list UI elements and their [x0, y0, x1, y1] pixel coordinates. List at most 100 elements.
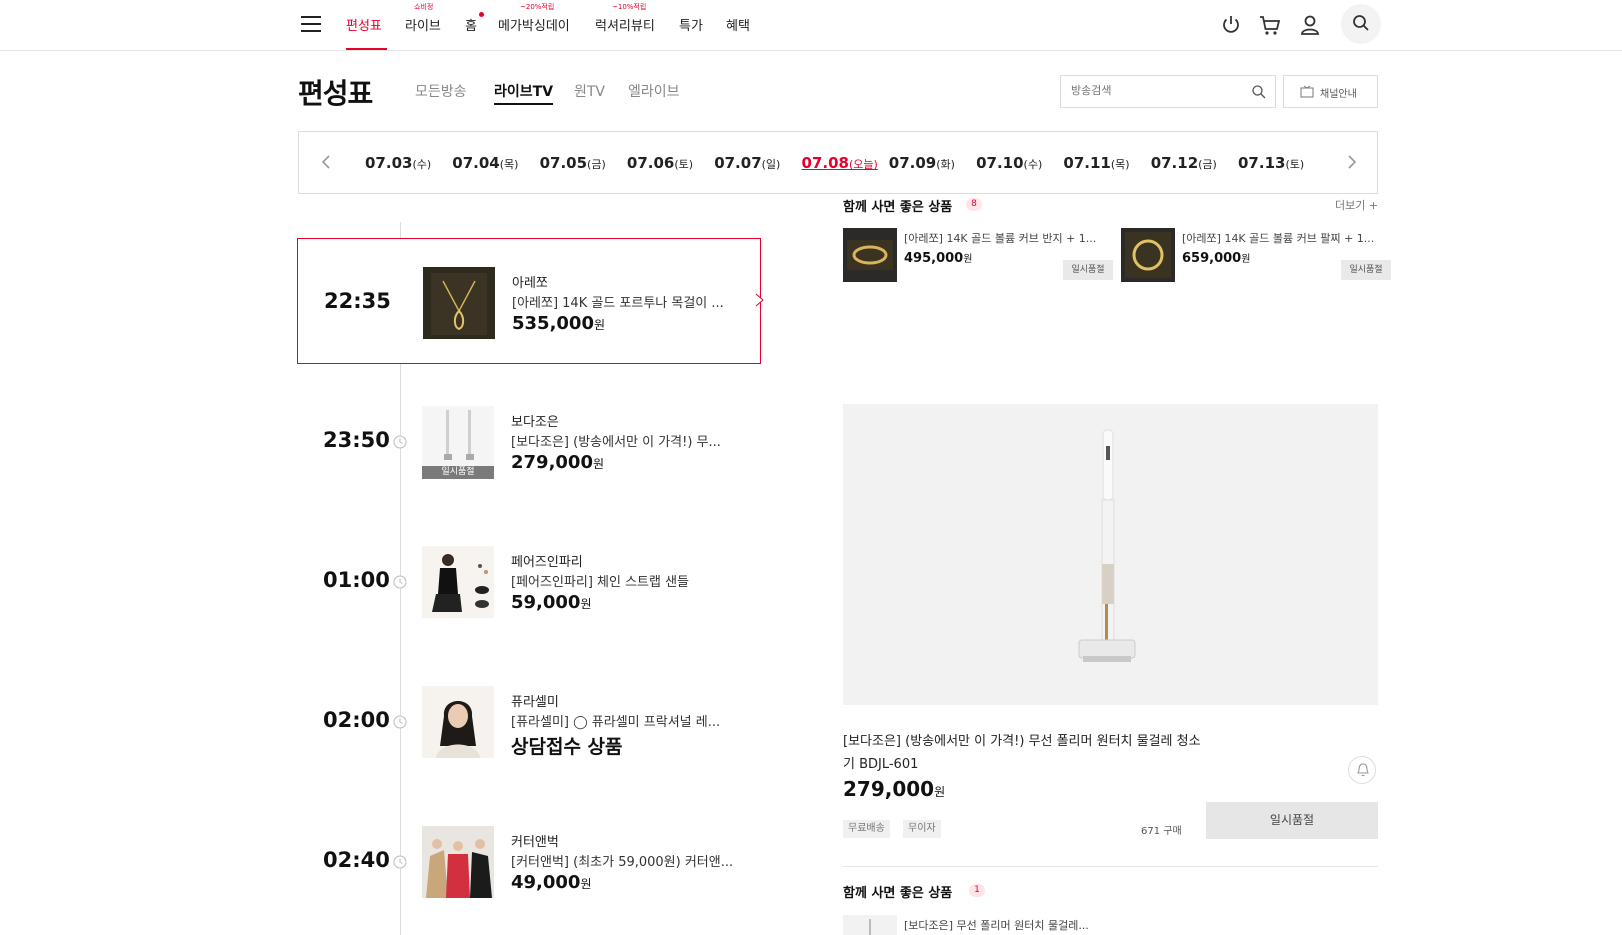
date-item[interactable]: 07.05(금): [540, 154, 606, 172]
consultation-label: 상담접수 상품: [511, 736, 623, 758]
top-navigation: 편성표 라이브 쇼비정 홈 메가박싱데이 ~20%적립 럭셔리뷰티 ~10%적립…: [0, 0, 1622, 51]
day-label: (오늘): [848, 158, 878, 171]
slot-product-name[interactable]: [커터앤벅] (최초가 59,000원) 커터앤...: [511, 851, 741, 870]
ring-image: [847, 240, 893, 270]
nav-item-home[interactable]: 홈: [465, 15, 477, 34]
channel-guide-button[interactable]: 채널안내: [1283, 75, 1378, 108]
search-button[interactable]: [1341, 4, 1381, 44]
date-label: 07.11: [1063, 154, 1111, 172]
date-label: 07.04: [452, 154, 500, 172]
day-label: (토): [1285, 158, 1305, 171]
tab-one-tv[interactable]: 원TV: [574, 81, 605, 101]
date-item[interactable]: 07.06(토): [627, 154, 693, 172]
product-thumbnail[interactable]: [843, 915, 897, 935]
menu-icon[interactable]: [301, 16, 321, 34]
sold-out-badge: 일시품절: [1341, 260, 1391, 280]
active-slot-pointer: [755, 293, 764, 307]
slot-product-name[interactable]: [아레쪼] 14K 골드 포르투나 목걸이 ...: [512, 292, 742, 311]
slot-time: 22:35: [324, 289, 391, 313]
nav-item-mega-boxing-day[interactable]: 메가박싱데이: [498, 15, 570, 34]
clock-icon: [393, 435, 407, 449]
nav-item-live[interactable]: 라이브: [405, 15, 441, 34]
tab-live-tv[interactable]: 라이브TV: [494, 81, 553, 101]
clock-icon: [393, 855, 407, 869]
tab-all-broadcasts[interactable]: 모든방송: [415, 81, 467, 101]
date-label: 07.06: [626, 154, 675, 172]
recommended-title: 함께 사면 좋은 상품: [843, 200, 953, 215]
recommended-product[interactable]: [아레쪼] 14K 골드 볼륨 커브 반지 + 1... 495,000원 일시…: [843, 228, 1113, 284]
slot-product-name[interactable]: [보다조은] (방송에서만 이 가격!) 무...: [511, 431, 741, 450]
slot-brand: 보다조은: [511, 415, 559, 430]
product-thumbnail[interactable]: [423, 267, 495, 339]
more-link[interactable]: 더보기 +: [1335, 197, 1378, 213]
date-label: 07.09: [888, 154, 937, 172]
schedule-slot[interactable]: 23:50 일시품절 보다조은 [보다조은] (방송에서만 이 가격!) 무..…: [297, 378, 761, 504]
date-item[interactable]: 07.11(목): [1063, 154, 1129, 172]
slot-product-name[interactable]: [페어즈인파리] 체인 스트랩 샌들: [511, 571, 741, 590]
date-label: 07.10: [976, 154, 1024, 172]
cart-icon[interactable]: [1257, 12, 1283, 38]
chevron-right-icon[interactable]: [1343, 154, 1359, 170]
nav-item-special-price[interactable]: 특가: [679, 15, 703, 34]
date-item[interactable]: 07.10(수): [976, 154, 1042, 172]
broadcast-search-box: [1060, 75, 1276, 108]
date-label: 07.03: [365, 154, 413, 172]
sold-out-badge: 일시품절: [422, 466, 494, 479]
slot-brand: 퓨라셀미: [511, 695, 559, 710]
product-thumbnail[interactable]: [422, 686, 494, 758]
schedule-slot[interactable]: 02:00 퓨라셀미 [퓨라셀미] ◯ 퓨라셀미 프락셔널 레... 상담접수 …: [297, 658, 761, 784]
tab-elive[interactable]: 엘라이브: [628, 81, 680, 101]
vacuum-image: [1078, 429, 1136, 662]
day-label: (수): [1023, 158, 1043, 171]
nav-item-luxury-beauty[interactable]: 럭셔리뷰티: [595, 15, 655, 34]
recommended-product[interactable]: [보다조은] 무선 폴리머 원터치 물걸레...: [843, 915, 1113, 935]
search-icon[interactable]: [1251, 84, 1267, 100]
date-label: 07.05: [539, 154, 588, 172]
featured-product-price: 279,000원: [843, 777, 946, 801]
product-thumbnail[interactable]: [843, 228, 897, 282]
date-label: 07.07: [714, 154, 762, 172]
product-thumbnail[interactable]: [422, 826, 494, 898]
nav-item-schedule[interactable]: 편성표: [346, 15, 382, 34]
bracelet-image: [1125, 232, 1171, 278]
schedule-slot[interactable]: 01:00 페어즈인파리 [페어즈인파리] 체인 스트랩 샌들 59,000원: [297, 518, 761, 644]
purchase-count: 671 구매: [1141, 826, 1182, 837]
nav-badge-mega-boxing-day: ~20%적립: [520, 3, 555, 11]
product-thumbnail[interactable]: [422, 546, 494, 618]
sub-tab-active-indicator: [494, 103, 553, 105]
date-item[interactable]: 07.12(금): [1151, 154, 1217, 172]
new-dot-indicator: [479, 12, 484, 17]
featured-product-image[interactable]: [843, 404, 1378, 705]
recommended-product[interactable]: [아레쪼] 14K 골드 볼륨 커브 팔찌 + 1... 659,000원 일시…: [1121, 228, 1391, 284]
date-item[interactable]: 07.13(토): [1238, 154, 1304, 172]
power-icon[interactable]: [1218, 12, 1244, 38]
page-title: 편성표: [298, 77, 373, 110]
schedule-slot[interactable]: 22:35 아레쪼 [아레쪼] 14K 골드 포르투나 목걸이 ... 535,…: [297, 238, 761, 364]
slot-product-name[interactable]: [퓨라셀미] ◯ 퓨라셀미 프락셔널 레...: [511, 711, 741, 730]
recommended-name: [보다조은] 무선 폴리머 원터치 물걸레...: [904, 919, 1089, 932]
date-item[interactable]: 07.04(목): [452, 154, 518, 172]
recommended-name: [아레쪼] 14K 골드 볼륨 커브 팔찌 + 1...: [1182, 232, 1375, 245]
slot-time: 01:00: [323, 568, 390, 592]
slot-price: 59,000원: [511, 592, 592, 613]
sandal-image: [432, 554, 489, 612]
user-icon[interactable]: [1297, 12, 1323, 38]
nav-item-benefits[interactable]: 혜택: [726, 15, 750, 34]
date-item[interactable]: 07.03(수): [365, 154, 431, 172]
day-label: (수): [412, 158, 432, 171]
featured-product-name[interactable]: [보다조은] (방송에서만 이 가격!) 무선 폴리머 원터치 물걸레 청소기 …: [843, 730, 1203, 776]
product-thumbnail[interactable]: [1121, 228, 1175, 282]
date-item[interactable]: 07.07(일): [714, 154, 780, 172]
alarm-button[interactable]: [1348, 756, 1376, 784]
day-label: (토): [674, 158, 694, 171]
nav-badge-live: 쇼비정: [414, 3, 434, 11]
broadcast-search-input[interactable]: [1071, 84, 1241, 97]
chevron-left-icon[interactable]: [319, 154, 335, 170]
model-image: [436, 701, 480, 758]
sold-out-button[interactable]: 일시품절: [1206, 802, 1378, 839]
clock-icon: [393, 575, 407, 589]
schedule-slot[interactable]: 02:40 커터앤벅 [커터앤벅] (최초가 59,000원) 커터앤... 4…: [297, 798, 761, 924]
date-item[interactable]: 07.08(오늘): [802, 154, 878, 172]
date-item[interactable]: 07.09(화): [889, 154, 955, 172]
sold-out-badge: 일시품절: [1063, 260, 1113, 280]
